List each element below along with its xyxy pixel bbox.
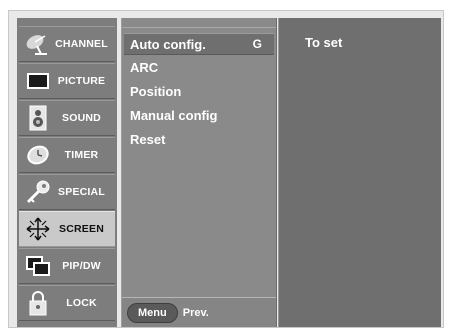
submenu-item-label: Position — [130, 83, 182, 99]
menu-item-timer[interactable]: TIMER — [19, 137, 115, 173]
submenu-item-reset[interactable]: Reset — [130, 128, 165, 150]
menu-item-label: CHANNEL — [55, 38, 108, 50]
menu-item-label: LOCK — [66, 297, 97, 309]
clock-icon — [24, 141, 52, 169]
menu-item-label: TIMER — [64, 149, 99, 161]
menu-button[interactable]: Menu — [127, 302, 178, 323]
menu-item-sound[interactable]: SOUND — [19, 100, 115, 136]
menu-item-label: PIP/DW — [62, 260, 101, 272]
menu-item-special[interactable]: SPECIAL — [19, 174, 115, 210]
menu-item-lock[interactable]: LOCK — [19, 285, 115, 321]
menu-item-screen[interactable]: SCREEN — [19, 211, 115, 247]
key-icon — [24, 178, 52, 206]
menu-item-label: SCREEN — [59, 223, 104, 235]
submenu-divider — [122, 18, 276, 28]
submenu-item-manual-config[interactable]: Manual config — [130, 104, 217, 126]
screen-submenu: Auto config. G ARC Position Manual confi… — [121, 18, 277, 327]
submenu-item-label: Manual config — [130, 107, 218, 123]
submenu-item-label: Reset — [130, 131, 166, 147]
submenu-item-label: ARC — [130, 59, 159, 75]
info-pane: To set — [278, 18, 441, 327]
submenu-item-label: Auto config. — [130, 36, 206, 52]
padlock-icon — [24, 289, 52, 317]
menu-item-label: SOUND — [62, 112, 101, 124]
prev-label: Prev. — [182, 306, 209, 319]
menu-item-pipdw[interactable]: PIP/DW — [19, 248, 115, 284]
menu-item-picture[interactable]: PICTURE — [19, 63, 115, 99]
go-arrow-icon: G — [252, 37, 262, 51]
submenu-item-arc[interactable]: ARC — [130, 56, 158, 78]
pip-icon — [24, 252, 52, 280]
satellite-dish-icon — [24, 30, 52, 58]
submenu-item-auto-config[interactable]: Auto config. G — [124, 33, 274, 55]
info-text: To set — [305, 35, 343, 50]
main-menu: CHANNEL PICTURE SOUND TIMER SPECIAL SCRE… — [17, 18, 117, 327]
monitor-icon — [24, 67, 52, 95]
menu-item-label: SPECIAL — [58, 186, 105, 198]
submenu-footer: Menu Prev. — [122, 297, 276, 327]
screen-arrows-icon — [24, 215, 52, 243]
menu-item-label: PICTURE — [57, 75, 106, 87]
speaker-icon — [24, 104, 52, 132]
submenu-item-position[interactable]: Position — [130, 80, 181, 102]
menu-item-channel[interactable]: CHANNEL — [19, 26, 115, 62]
